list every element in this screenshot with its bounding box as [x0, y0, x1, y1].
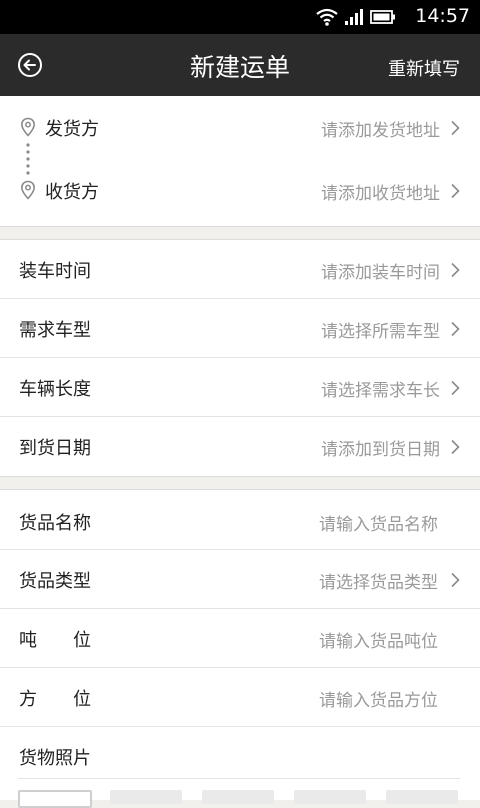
location-pin-icon	[20, 180, 36, 200]
reset-button[interactable]: 重新填写	[388, 55, 460, 81]
wifi-icon	[316, 8, 338, 26]
photo-add-slot[interactable]	[18, 790, 92, 808]
photo-slot[interactable]	[386, 790, 458, 804]
status-time: 14:57	[415, 5, 470, 27]
photo-slot[interactable]	[294, 790, 366, 804]
loading-time-hint: 请添加装车时间	[321, 263, 440, 283]
sender-hint: 请添加发货地址	[321, 121, 440, 141]
cargo-name-row[interactable]: 货品名称 请输入货品名称	[0, 492, 480, 551]
photo-slot[interactable]	[202, 790, 274, 804]
receiver-label: 收货方	[45, 182, 99, 203]
photo-slot[interactable]	[110, 790, 182, 804]
vehicle-length-row[interactable]: 车辆长度 请选择需求车长	[0, 358, 480, 417]
cargo-name-input[interactable]: 请输入货品名称	[319, 510, 438, 535]
volume-label: 方 位	[19, 689, 91, 710]
vehicle-type-hint: 请选择所需车型	[321, 322, 440, 342]
loading-time-row[interactable]: 装车时间 请添加装车时间	[0, 240, 480, 299]
arrival-date-row[interactable]: 到货日期 请添加到货日期	[0, 417, 480, 476]
tonnage-label: 吨 位	[19, 630, 91, 651]
photo-thumbnails	[18, 790, 462, 808]
chevron-right-icon	[451, 321, 460, 337]
receiver-hint: 请添加收货地址	[321, 184, 440, 204]
status-icons	[316, 8, 396, 26]
section-gap	[0, 476, 480, 490]
location-pin-icon	[20, 117, 36, 137]
chevron-right-icon	[451, 572, 460, 588]
vehicle-section: 装车时间 请添加装车时间 需求车型 请选择所需车型 车辆长度 请选择需求车长 到…	[0, 240, 480, 476]
cargo-type-row[interactable]: 货品类型 请选择货品类型	[0, 550, 480, 609]
cargo-section: 货品名称 请输入货品名称 货品类型 请选择货品类型 吨 位 请输入货品吨位 方 …	[0, 490, 480, 800]
tonnage-row[interactable]: 吨 位 请输入货品吨位	[0, 609, 480, 668]
photos-label: 货物照片	[19, 748, 91, 769]
chevron-right-icon	[451, 120, 460, 136]
status-bar: 14:57	[0, 0, 480, 34]
chevron-right-icon	[451, 439, 460, 455]
vehicle-type-row[interactable]: 需求车型 请选择所需车型	[0, 299, 480, 358]
section-gap	[0, 226, 480, 240]
volume-row[interactable]: 方 位 请输入货品方位	[0, 668, 480, 727]
tonnage-input[interactable]: 请输入货品吨位	[319, 627, 438, 652]
sender-row[interactable]: 发货方 请添加发货地址	[0, 98, 480, 157]
chevron-right-icon	[451, 262, 460, 278]
cargo-type-label: 货品类型	[19, 571, 91, 592]
volume-input[interactable]: 请输入货品方位	[319, 686, 438, 711]
loading-time-label: 装车时间	[19, 261, 91, 282]
signal-icon	[345, 9, 363, 25]
receiver-row[interactable]: 收货方 请添加收货地址	[0, 161, 480, 220]
divider	[18, 778, 460, 779]
sender-label: 发货方	[45, 119, 99, 140]
vehicle-type-label: 需求车型	[19, 320, 91, 341]
vehicle-length-hint: 请选择需求车长	[321, 381, 440, 401]
chevron-right-icon	[451, 183, 460, 199]
battery-icon	[370, 10, 395, 24]
arrival-date-hint: 请添加到货日期	[321, 440, 440, 460]
cargo-name-label: 货品名称	[19, 513, 91, 534]
address-section: 发货方 请添加发货地址 收货方 请添加收货地址	[0, 96, 480, 226]
arrival-date-label: 到货日期	[19, 438, 91, 459]
title-bar: 新建运单 重新填写	[0, 34, 480, 96]
vehicle-length-label: 车辆长度	[19, 379, 91, 400]
cargo-type-hint: 请选择货品类型	[319, 573, 438, 593]
chevron-right-icon	[451, 380, 460, 396]
